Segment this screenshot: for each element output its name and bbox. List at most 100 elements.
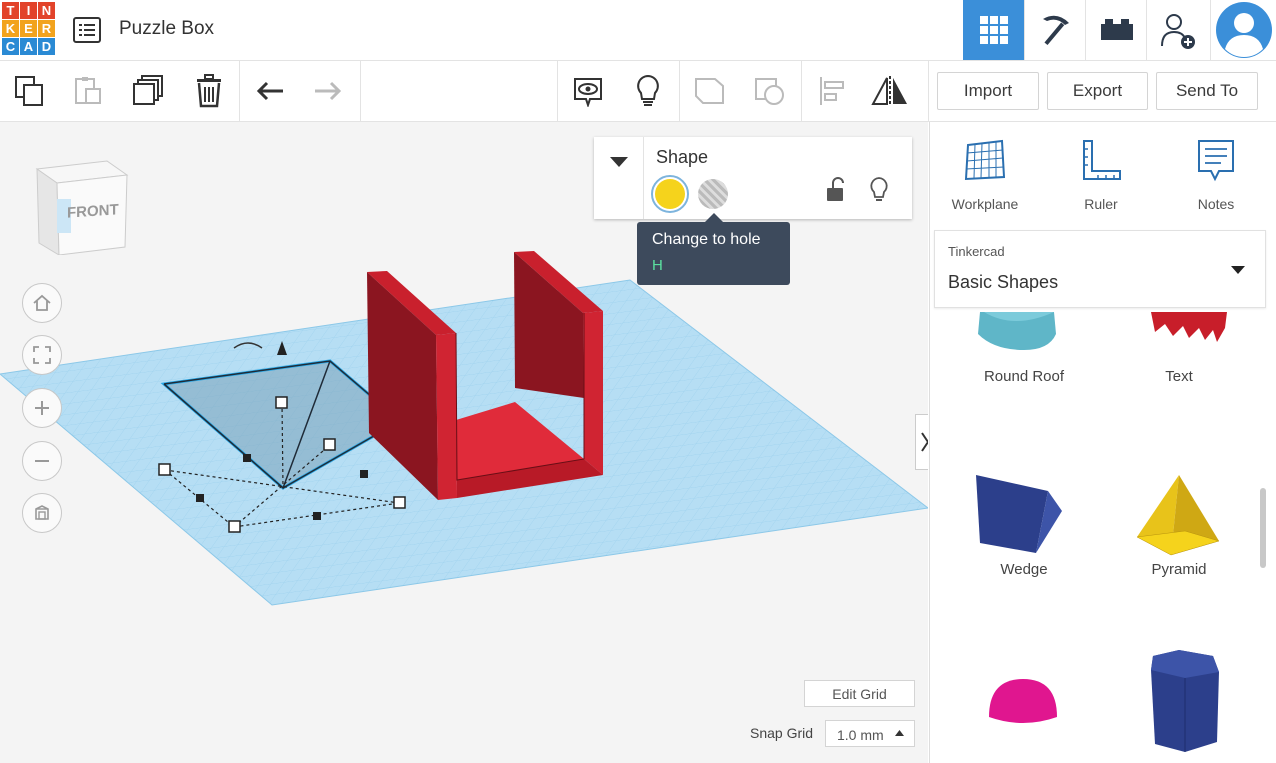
notes-light-button[interactable] (618, 61, 678, 121)
notes-tool-button[interactable]: Notes (1171, 137, 1261, 212)
logo-letter: K (2, 20, 19, 37)
align-icon (820, 77, 844, 105)
brick-icon (1100, 19, 1133, 40)
logo-letter: I (20, 2, 37, 19)
hide-shape-button[interactable] (869, 177, 889, 208)
workplane-icon (964, 139, 1006, 181)
inspector-title: Shape (656, 147, 709, 167)
solid-color-swatch (655, 179, 685, 209)
shape-item-wedge[interactable]: Wedge (954, 475, 1094, 578)
notes-tool-label: Notes (1197, 196, 1235, 212)
caret-up-icon (895, 730, 904, 736)
collapse-panel-button[interactable] (915, 414, 928, 470)
shape-library-selector[interactable]: Tinkercad Basic Shapes (934, 230, 1266, 308)
lightbulb-icon (870, 177, 888, 201)
logo-letter: A (20, 38, 37, 55)
align-button[interactable] (802, 61, 862, 121)
add-user-icon (1160, 14, 1195, 49)
home-view-button[interactable] (22, 283, 62, 323)
library-source-label: Tinkercad (948, 244, 1005, 259)
design-list-icon[interactable] (72, 16, 102, 44)
invite-user-button[interactable] (1146, 0, 1208, 60)
logo-letter: R (38, 20, 55, 37)
shape-label-round-roof: Round Roof (983, 368, 1065, 385)
view-cube-front-label: FRONT (67, 201, 119, 222)
pickaxe-icon (1042, 15, 1069, 46)
logo-letter: N (38, 2, 55, 19)
edit-toolbar: Import Export Send To (0, 61, 1276, 122)
hole-button[interactable] (698, 179, 728, 209)
show-all-button[interactable] (558, 61, 618, 121)
duplicate-button[interactable] (119, 61, 179, 121)
tooltip-arrow (705, 213, 723, 222)
caret-down-icon (609, 157, 628, 167)
copy-icon (15, 76, 43, 106)
grid-view-icon (979, 16, 1008, 44)
import-button[interactable]: Import (937, 72, 1039, 110)
tooltip: Change to hole H (637, 222, 790, 285)
logo-letter: T (2, 2, 19, 19)
bricks-nav-button[interactable] (1085, 0, 1147, 60)
mirror-button[interactable] (860, 61, 920, 121)
tooltip-text: Change to hole (652, 231, 761, 248)
redo-icon (315, 81, 342, 101)
home-icon (33, 294, 51, 311)
shape-item-round-roof[interactable]: Round Roof (954, 312, 1094, 385)
delete-button[interactable] (179, 61, 239, 121)
design-title[interactable]: Puzzle Box (119, 18, 214, 40)
workplane-tool-button[interactable]: Workplane (940, 137, 1030, 212)
undo-button[interactable] (240, 61, 300, 121)
group-button[interactable] (680, 61, 740, 121)
solid-color-button[interactable] (651, 175, 689, 213)
shape-library-grid: Round Roof Text Wedge Pyramid (930, 312, 1260, 763)
toolbar-divider (928, 61, 929, 121)
perspective-cube-icon (35, 505, 49, 520)
top-bar: T I N K E R C A D Puzzle Box (0, 0, 1276, 61)
tinkercad-logo[interactable]: T I N K E R C A D (2, 2, 56, 58)
paste-icon (75, 77, 101, 104)
ruler-tool-button[interactable]: Ruler (1056, 137, 1146, 212)
zoom-out-button[interactable] (22, 441, 62, 481)
3d-design-nav-button[interactable] (963, 0, 1024, 60)
minus-icon (35, 460, 49, 462)
eye-bubble-icon (574, 78, 602, 107)
library-name: Basic Shapes (948, 272, 1059, 292)
shape-label-wedge: Wedge (1000, 561, 1048, 578)
snap-grid-label: Snap Grid (750, 725, 814, 741)
snap-grid-value: 1.0 mm (837, 727, 884, 743)
export-button[interactable]: Export (1047, 72, 1148, 110)
snap-grid-select[interactable]: 1.0 mm (825, 720, 915, 747)
duplicate-icon (133, 75, 163, 105)
shape-item-polygon[interactable] (1109, 642, 1249, 757)
shape-item-pyramid[interactable]: Pyramid (1109, 475, 1249, 578)
lock-button[interactable] (826, 177, 844, 208)
caret-down-icon (1231, 266, 1245, 274)
zoom-in-button[interactable] (22, 388, 62, 428)
shapes-panel: Workplane Ruler Notes Round Roof Text We… (929, 122, 1276, 763)
pickaxe-nav-button[interactable] (1024, 0, 1086, 60)
shape-inspector: Shape (594, 137, 912, 219)
ungroup-button[interactable] (740, 61, 800, 121)
logo-letter: D (38, 38, 55, 55)
perspective-button[interactable] (22, 493, 62, 533)
edit-grid-button[interactable]: Edit Grid (804, 680, 915, 707)
copy-button[interactable] (0, 61, 60, 121)
send-to-button[interactable]: Send To (1156, 72, 1258, 110)
mirror-icon (871, 76, 907, 106)
paste-button[interactable] (58, 61, 118, 121)
view-cube[interactable]: FRONT (33, 157, 129, 256)
undo-icon (256, 81, 283, 101)
trash-icon (197, 74, 221, 108)
shape-label-text: Text (1165, 368, 1193, 385)
ruler-tool-label: Ruler (1084, 196, 1118, 212)
redo-button[interactable] (298, 61, 358, 121)
inspector-collapse-button[interactable] (594, 137, 644, 219)
fit-view-button[interactable] (22, 335, 62, 375)
shape-panel-scrollbar[interactable] (1260, 488, 1266, 568)
workplane-tool-label: Workplane (951, 196, 1019, 212)
tooltip-shortcut: H (652, 257, 663, 274)
ungroup-icon (755, 78, 784, 105)
shape-item-half-sphere[interactable] (954, 667, 1094, 742)
user-avatar-button[interactable] (1210, 0, 1276, 60)
shape-item-text[interactable]: Text (1109, 312, 1249, 385)
